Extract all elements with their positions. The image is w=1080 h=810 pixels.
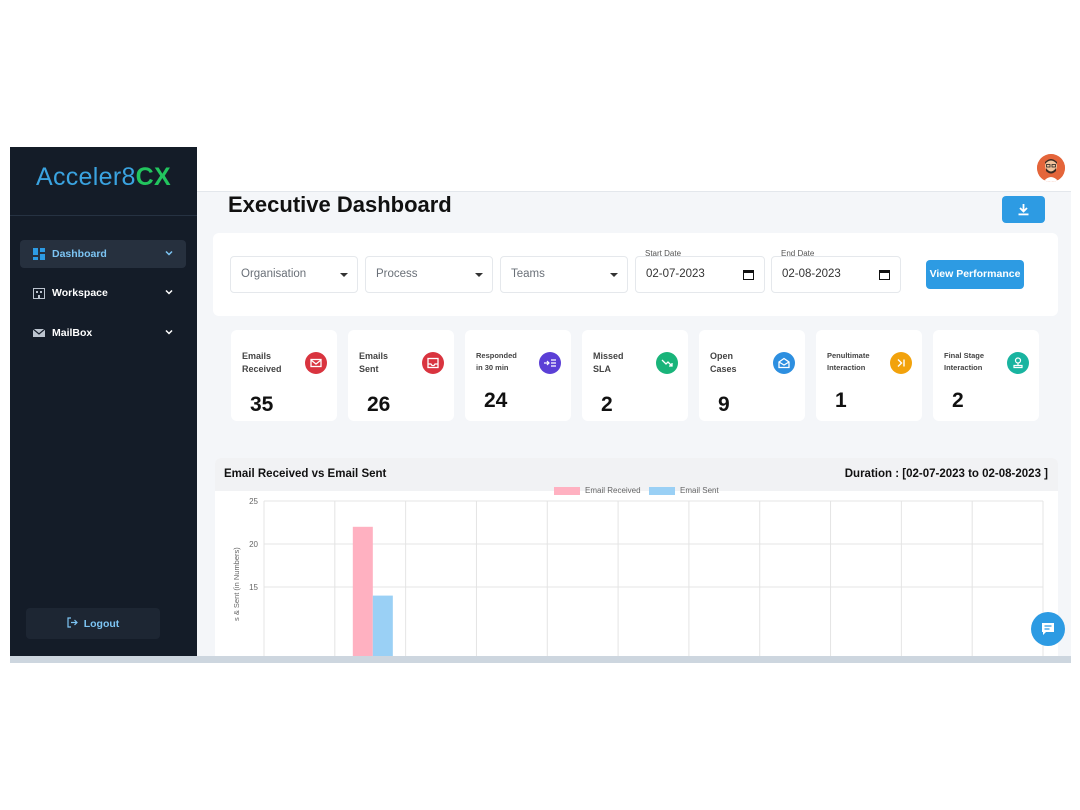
brand-logo: Acceler8CX: [35, 163, 171, 191]
chevron-down-icon: [164, 248, 174, 258]
caret-down-icon: [340, 273, 348, 277]
sidebar-item-mailbox[interactable]: MailBox: [20, 319, 186, 347]
sidebar-divider: [10, 215, 197, 216]
calendar-icon[interactable]: [879, 269, 890, 280]
stat-value: 2: [601, 393, 613, 416]
taskbar-strip: [10, 656, 1071, 663]
chat-bubble-icon: [1042, 623, 1054, 635]
y-tick-label: 15: [249, 583, 258, 592]
logout-label: Logout: [83, 617, 120, 630]
stat-card-missed-sla: Missed SLA 2: [582, 330, 688, 421]
page-title: Executive Dashboard: [228, 192, 452, 217]
end-date-input[interactable]: 02-08-2023: [771, 256, 901, 293]
stat-card-final-stage-interaction: Final Stage Interaction 2: [933, 330, 1039, 421]
chart-panel: Email Received vs Email Sent Duration : …: [215, 458, 1058, 663]
sidebar-item-label: MailBox: [52, 327, 93, 339]
trend-down-icon: [656, 352, 678, 374]
logout-icon: [67, 616, 78, 631]
chevron-down-icon: [164, 287, 174, 297]
dashboard-grid-icon: [33, 248, 45, 260]
sidebar-item-label: Dashboard: [52, 248, 107, 260]
start-date-input[interactable]: 02-07-2023: [635, 256, 765, 293]
open-mail-icon: [773, 352, 795, 374]
chat-button[interactable]: [1031, 612, 1065, 646]
chevron-down-icon: [164, 327, 174, 337]
chart-duration: Duration : [02-07-2023 to 02-08-2023 ]: [844, 468, 1048, 480]
download-button[interactable]: [1002, 196, 1045, 223]
view-performance-button[interactable]: View Performance: [926, 260, 1024, 289]
stat-value: 26: [367, 393, 391, 416]
stat-value: 35: [250, 393, 274, 416]
building-icon: [33, 287, 45, 299]
stat-card-open-cases: Open Cases 9: [699, 330, 805, 421]
y-axis-label: s & Sent (in Numbers): [232, 547, 241, 621]
stat-value: 2: [952, 389, 964, 412]
stat-value: 24: [484, 389, 508, 412]
download-icon: [1018, 204, 1029, 216]
stamp-icon: [1007, 352, 1029, 374]
legend-label: Email Sent: [680, 486, 719, 495]
filter-panel: Organisation Process Teams Start Date 02…: [213, 233, 1058, 316]
sidebar-item-dashboard[interactable]: Dashboard: [20, 240, 186, 268]
teams-select[interactable]: Teams: [500, 256, 628, 293]
legend-label: Email Received: [585, 486, 641, 495]
stat-value: 1: [835, 389, 847, 412]
mail-icon: [305, 352, 327, 374]
skip-icon: [890, 352, 912, 374]
stat-value: 9: [718, 393, 730, 416]
sidebar: Acceler8CX Dashboard Workspace MailBox L…: [10, 147, 197, 656]
y-tick-label: 20: [249, 540, 258, 549]
mail-icon: [32, 327, 46, 339]
logout-button[interactable]: Logout: [26, 608, 160, 639]
avatar-illustration-icon: [1037, 154, 1065, 182]
stat-card-emails-sent: Emails Sent 26: [348, 330, 454, 421]
arrow-list-icon: [539, 352, 561, 374]
stat-card-emails-received: Emails Received 35: [231, 330, 337, 421]
top-bar: [197, 147, 1071, 192]
bar-chart: Email Received Email Sent 25 20 15 s & Sent (…: [232, 486, 1044, 663]
y-tick-label: 25: [249, 497, 258, 506]
chart-title: Email Received vs Email Sent: [224, 468, 387, 480]
legend-swatch: [649, 487, 675, 495]
stat-card-responded-30-min: Responded in 30 min 24: [465, 330, 571, 421]
sidebar-item-workspace[interactable]: Workspace: [20, 279, 186, 307]
organisation-select[interactable]: Organisation: [230, 256, 358, 293]
bar-email-received: [352, 526, 373, 663]
bar-email-sent: [372, 595, 393, 663]
stat-card-penultimate-interaction: Penultimate Interaction 1: [816, 330, 922, 421]
process-select[interactable]: Process: [365, 256, 493, 293]
calendar-icon[interactable]: [743, 269, 754, 280]
sidebar-item-label: Workspace: [52, 287, 108, 299]
legend-swatch: [554, 487, 580, 495]
app-window: Acceler8CX Dashboard Workspace MailBox L…: [10, 147, 1071, 663]
caret-down-icon: [610, 273, 618, 277]
inbox-icon: [422, 352, 444, 374]
user-avatar[interactable]: [1037, 154, 1065, 182]
caret-down-icon: [475, 273, 483, 277]
